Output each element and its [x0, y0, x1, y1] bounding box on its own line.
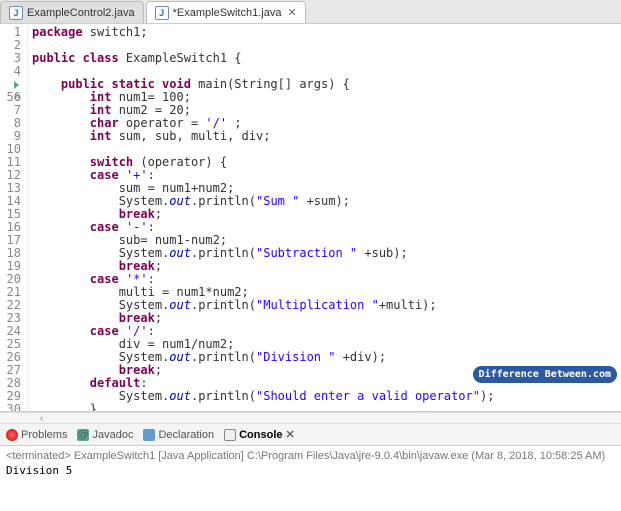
declaration-icon: [143, 429, 155, 441]
problems-icon: [6, 429, 18, 441]
scroll-left-icon: ‹: [40, 413, 43, 424]
console-status: <terminated> ExampleSwitch1 [Java Applic…: [6, 450, 615, 462]
tab-problems[interactable]: Problems: [6, 429, 67, 441]
console-output: Division 5: [6, 464, 615, 477]
editor-tabs: J ExampleControl2.java J *ExampleSwitch1…: [0, 0, 621, 24]
line-number-gutter: 12345⊖6789101112131415161718192021222324…: [0, 24, 28, 411]
javadoc-icon: @: [77, 429, 89, 441]
tab-label: ExampleControl2.java: [27, 7, 135, 19]
tab-label: Problems: [21, 429, 67, 441]
line-number: 30: [0, 403, 21, 412]
close-icon[interactable]: ✕: [287, 6, 296, 19]
console-panel: <terminated> ExampleSwitch1 [Java Applic…: [0, 446, 621, 481]
line-number: 4: [0, 65, 21, 78]
tab-example-control2[interactable]: J ExampleControl2.java: [0, 1, 144, 23]
code-content[interactable]: package switch1; public class ExampleSwit…: [28, 24, 621, 411]
java-file-icon: J: [9, 6, 23, 20]
code-line[interactable]: package switch1;: [32, 26, 617, 39]
tab-label: *ExampleSwitch1.java: [173, 7, 282, 19]
console-icon: [224, 429, 236, 441]
code-line[interactable]: }: [32, 403, 617, 412]
tab-javadoc[interactable]: @ Javadoc: [77, 429, 133, 441]
java-file-icon: J: [155, 6, 169, 20]
code-line[interactable]: int sum, sub, multi, div;: [32, 130, 617, 143]
horizontal-scrollbar[interactable]: ‹: [0, 412, 621, 424]
tab-declaration[interactable]: Declaration: [143, 429, 214, 441]
tab-label: Console: [239, 429, 282, 441]
tab-example-switch1[interactable]: J *ExampleSwitch1.java ✕: [146, 1, 306, 23]
code-line[interactable]: System.out.println("Should enter a valid…: [32, 390, 617, 403]
tab-label: Declaration: [158, 429, 214, 441]
close-icon[interactable]: ✕: [286, 428, 295, 441]
tab-label: Javadoc: [92, 429, 133, 441]
code-editor[interactable]: 12345⊖6789101112131415161718192021222324…: [0, 24, 621, 412]
bottom-view-tabs: Problems @ Javadoc Declaration Console ✕: [0, 424, 621, 446]
code-line[interactable]: public class ExampleSwitch1 {: [32, 52, 617, 65]
tab-console[interactable]: Console ✕: [224, 428, 295, 441]
watermark-badge: Difference Between.com: [473, 366, 617, 383]
